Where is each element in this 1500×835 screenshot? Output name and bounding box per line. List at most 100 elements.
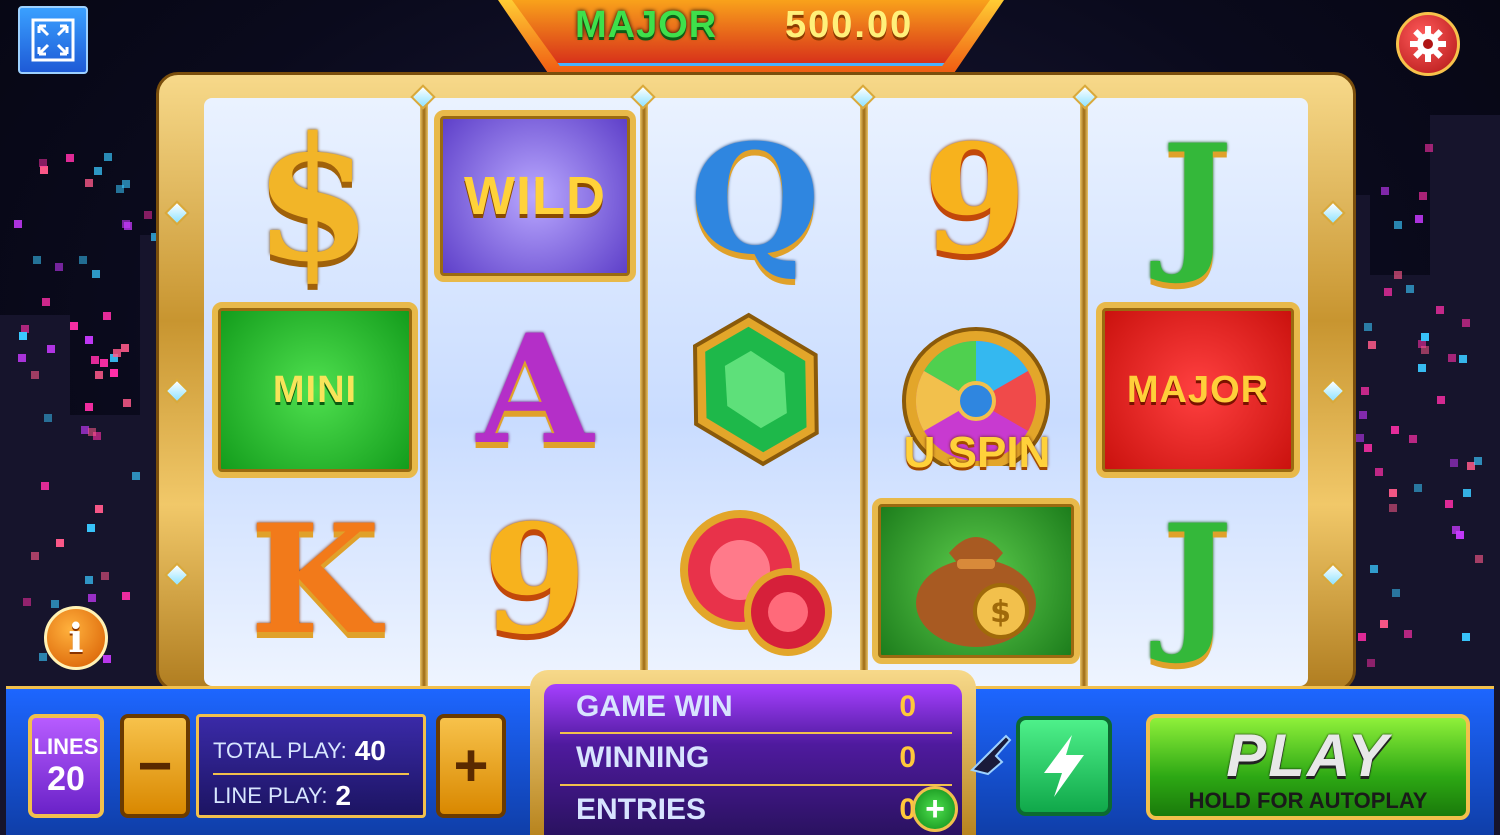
jackpot-label: MAJOR bbox=[575, 4, 718, 46]
neon-window bbox=[1474, 555, 1483, 564]
uspin-label: U SPIN bbox=[903, 428, 1051, 477]
neon-window bbox=[55, 538, 64, 547]
lines-value: 20 bbox=[47, 760, 85, 798]
neon-window bbox=[99, 359, 108, 368]
winning-label: WINNING bbox=[576, 741, 710, 774]
play-label: PLAY bbox=[1226, 722, 1390, 789]
reel-symbol-dollar: $ bbox=[253, 100, 373, 300]
game-win-label: GAME WIN bbox=[576, 690, 733, 723]
game-win-row: GAME WIN 0 bbox=[560, 682, 952, 732]
info-button[interactable]: i bbox=[44, 606, 108, 670]
neon-window bbox=[1461, 632, 1470, 641]
neon-window bbox=[91, 355, 100, 364]
neon-window bbox=[92, 270, 101, 279]
neon-window bbox=[94, 505, 103, 514]
reel-symbol-wild: WILD bbox=[434, 110, 636, 282]
lines-display: LINES 20 bbox=[28, 714, 104, 818]
neon-window bbox=[1388, 504, 1397, 513]
neon-window bbox=[1458, 355, 1467, 364]
neon-window bbox=[78, 256, 87, 265]
add-entries-button[interactable]: + bbox=[912, 786, 958, 832]
neon-window bbox=[1391, 589, 1400, 598]
neon-window bbox=[1462, 489, 1471, 498]
neon-window bbox=[85, 403, 94, 412]
neon-window bbox=[23, 598, 32, 607]
reel-separator bbox=[640, 98, 648, 686]
neon-window bbox=[69, 322, 78, 331]
neon-window bbox=[95, 370, 104, 379]
neon-window bbox=[116, 184, 125, 193]
neon-window bbox=[1368, 340, 1377, 349]
neon-window bbox=[112, 348, 121, 357]
svg-text:$: $ bbox=[990, 595, 1012, 630]
pointing-hand-icon bbox=[970, 734, 1012, 776]
neon-window bbox=[54, 263, 63, 272]
turbo-button[interactable] bbox=[1016, 716, 1112, 816]
neon-window bbox=[14, 220, 23, 229]
neon-window bbox=[1424, 144, 1433, 152]
neon-window bbox=[87, 593, 96, 602]
neon-window bbox=[1462, 319, 1471, 328]
neon-window bbox=[131, 472, 140, 481]
neon-window bbox=[1383, 287, 1392, 296]
neon-window bbox=[1367, 659, 1376, 668]
neon-window bbox=[31, 552, 40, 561]
emerald-icon bbox=[693, 312, 819, 467]
increase-bet-button[interactable]: + bbox=[436, 714, 506, 818]
neon-window bbox=[46, 344, 55, 353]
jackpot-value: 500.00 bbox=[785, 4, 914, 46]
game-win-value: 0 bbox=[899, 690, 916, 723]
settings-button[interactable] bbox=[1396, 12, 1460, 76]
neon-window bbox=[50, 599, 59, 608]
neon-window bbox=[144, 211, 153, 220]
neon-window bbox=[1360, 386, 1369, 395]
neon-window bbox=[1380, 619, 1389, 628]
line-play-value: 2 bbox=[335, 780, 352, 811]
neon-window bbox=[122, 592, 131, 601]
neon-window bbox=[30, 370, 39, 379]
neon-window bbox=[1404, 630, 1413, 639]
gear-icon bbox=[1410, 26, 1446, 62]
neon-window bbox=[1418, 364, 1427, 373]
reel-separator bbox=[860, 98, 868, 686]
entries-row: ENTRIES 0 bbox=[560, 784, 952, 834]
neon-window bbox=[1473, 456, 1482, 465]
neon-window bbox=[1390, 425, 1399, 434]
neon-window bbox=[87, 427, 96, 436]
decrease-bet-button[interactable]: − bbox=[120, 714, 190, 818]
neon-window bbox=[66, 154, 75, 163]
reel-symbol-jack: J bbox=[1161, 112, 1233, 288]
neon-window bbox=[109, 369, 118, 378]
play-button[interactable]: PLAY HOLD FOR AUTOPLAY bbox=[1146, 714, 1470, 820]
ruby-icon bbox=[680, 510, 832, 656]
neon-window bbox=[1413, 483, 1422, 492]
neon-window bbox=[101, 571, 110, 580]
winning-row: WINNING 0 bbox=[560, 732, 952, 782]
reel-symbol-rubies bbox=[652, 490, 858, 670]
neon-window bbox=[102, 654, 111, 663]
neon-window bbox=[1394, 221, 1403, 230]
total-play-value: 40 bbox=[354, 735, 386, 766]
neon-window bbox=[1364, 323, 1373, 332]
neon-window bbox=[1448, 354, 1457, 363]
neon-window bbox=[1375, 467, 1384, 476]
winning-value: 0 bbox=[899, 741, 916, 774]
neon-window bbox=[1444, 500, 1453, 509]
neon-window bbox=[1450, 459, 1459, 468]
reel-separator bbox=[420, 98, 428, 686]
fullscreen-icon bbox=[31, 18, 75, 62]
neon-window bbox=[1435, 306, 1444, 315]
neon-window bbox=[1380, 187, 1389, 196]
neon-window bbox=[122, 399, 131, 408]
neon-window bbox=[1369, 564, 1378, 573]
neon-window bbox=[84, 575, 93, 584]
neon-window bbox=[1437, 395, 1446, 404]
neon-window bbox=[18, 354, 27, 363]
neon-window bbox=[86, 524, 95, 533]
neon-window bbox=[122, 220, 130, 229]
fullscreen-button[interactable] bbox=[18, 6, 88, 74]
neon-window bbox=[1364, 444, 1373, 453]
neon-window bbox=[1421, 346, 1430, 355]
reel-symbol-emerald bbox=[652, 300, 858, 480]
neon-window bbox=[1409, 434, 1418, 443]
